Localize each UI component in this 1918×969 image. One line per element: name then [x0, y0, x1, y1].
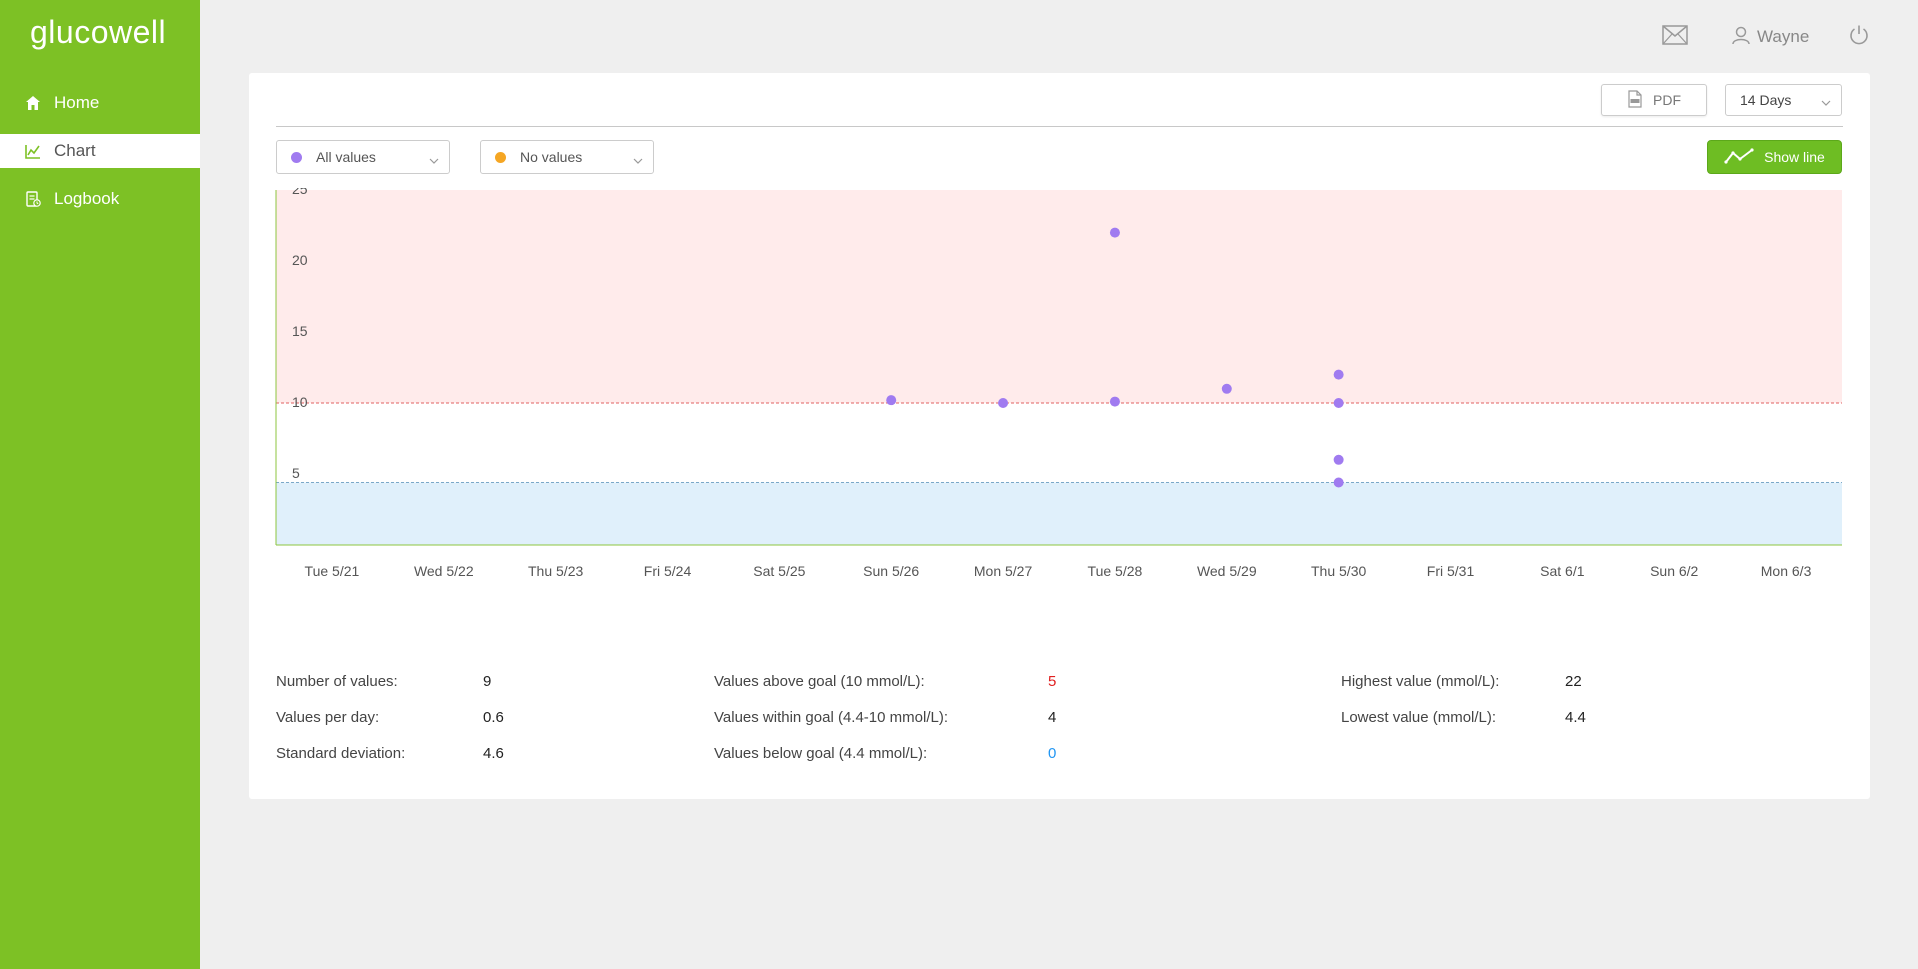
data-point [1109, 396, 1120, 407]
data-point [1333, 369, 1344, 380]
filter-primary-value: All values [316, 149, 376, 165]
data-point [998, 398, 1009, 408]
mail-icon [1662, 24, 1688, 50]
x-tick-label: Sat 5/25 [753, 563, 805, 579]
stat-lowest-value: 4.4 [1565, 709, 1586, 726]
chevron-down-icon [429, 153, 439, 164]
data-point [1109, 227, 1120, 238]
stat-stddev-label: Standard deviation: [276, 745, 406, 762]
logout-button[interactable] [1848, 24, 1870, 50]
filter-secondary-select[interactable]: No values [480, 140, 654, 174]
range-select[interactable]: 14 Days [1725, 84, 1842, 116]
x-tick-label: Thu 5/23 [528, 563, 583, 579]
pdf-button[interactable]: PDF [1601, 84, 1707, 116]
glucose-scatter-chart: 25 20 15 10 5 Tue 5/21 Wed 5/22 Thu 5/23 Fri 5/2… [275, 188, 1842, 579]
stat-count-value: 9 [483, 673, 492, 690]
stat-count-label: Number of values: [276, 673, 398, 690]
x-tick-label: Sat 6/1 [1540, 563, 1585, 579]
low-zone [276, 482, 1842, 545]
x-tick-label: Wed 5/22 [414, 563, 474, 579]
stat-per-day-value: 0.6 [483, 709, 504, 726]
x-tick-label: Fri 5/24 [644, 563, 692, 579]
pdf-icon [1627, 89, 1643, 111]
home-icon [24, 94, 42, 112]
stat-lowest-label: Lowest value (mmol/L): [1341, 709, 1497, 726]
show-line-label: Show line [1764, 149, 1825, 165]
sidebar-item-label: Home [54, 93, 100, 112]
user-name: Wayne [1757, 27, 1810, 46]
app-logo[interactable]: glucowell [30, 14, 170, 58]
sidebar-item-label: Chart [54, 141, 96, 160]
y-tick-label: 10 [292, 394, 308, 410]
chevron-down-icon [633, 153, 643, 164]
sidebar-item-logbook[interactable]: Logbook [0, 182, 200, 216]
show-line-button[interactable]: Show line [1707, 140, 1842, 174]
stat-above-label: Values above goal (10 mmol/L): [714, 673, 925, 690]
sidebar-item-home[interactable]: Home [0, 86, 200, 120]
x-tick-label: Sun 5/26 [863, 563, 919, 579]
x-tick-label: Tue 5/21 [305, 563, 360, 579]
stat-highest-label: Highest value (mmol/L): [1341, 673, 1500, 690]
stat-highest-value: 22 [1565, 673, 1582, 690]
orange-dot-icon [495, 151, 506, 163]
data-point [1221, 383, 1232, 394]
y-tick-label: 25 [292, 188, 308, 197]
x-tick-label: Fri 5/31 [1427, 563, 1475, 579]
data-point [1333, 454, 1344, 465]
stat-above-value: 5 [1048, 673, 1057, 690]
x-tick-label: Sun 6/2 [1650, 563, 1698, 579]
stat-below-label: Values below goal (4.4 mmol/L): [714, 745, 928, 762]
pdf-label: PDF [1653, 92, 1681, 108]
y-tick-label: 15 [292, 323, 308, 339]
stat-within-value: 4 [1048, 709, 1057, 726]
chevron-down-icon [1821, 95, 1831, 106]
purple-dot-icon [291, 151, 302, 163]
user-icon [1731, 25, 1751, 50]
sidebar-nav: Home Chart Logbook [0, 86, 200, 230]
app-logo-text: glucowell [30, 14, 167, 50]
y-tick-label: 5 [292, 465, 300, 481]
chart-icon [24, 142, 42, 160]
stat-within-label: Values within goal (4.4-10 mmol/L): [714, 709, 948, 726]
mail-button[interactable] [1662, 24, 1688, 50]
high-zone [276, 190, 1842, 403]
logbook-icon [24, 190, 42, 208]
sidebar: glucowell Home Chart Logbook [0, 0, 200, 969]
chart-card: PDF 14 Days All values No values Show li… [249, 73, 1870, 799]
user-menu[interactable]: Wayne [1731, 24, 1809, 50]
data-point [886, 395, 897, 406]
range-select-value: 14 Days [1740, 92, 1792, 108]
y-tick-label: 20 [292, 252, 308, 268]
stat-below-value: 0 [1048, 745, 1057, 762]
x-tick-label: Tue 5/28 [1088, 563, 1143, 579]
data-point [1333, 398, 1344, 408]
sidebar-item-chart[interactable]: Chart [0, 134, 200, 168]
data-point [1333, 477, 1344, 488]
sidebar-item-label: Logbook [54, 189, 120, 208]
toolbar-divider [276, 126, 1843, 127]
x-tick-label: Mon 6/3 [1761, 563, 1812, 579]
filter-primary-select[interactable]: All values [276, 140, 450, 174]
x-tick-label: Wed 5/29 [1197, 563, 1257, 579]
power-icon [1848, 24, 1870, 51]
filter-secondary-value: No values [520, 149, 583, 165]
x-tick-label: Mon 5/27 [974, 563, 1033, 579]
stat-per-day-label: Values per day: [276, 709, 380, 726]
line-chart-icon [1724, 147, 1754, 167]
stat-stddev-value: 4.6 [483, 745, 504, 762]
x-tick-label: Thu 5/30 [1311, 563, 1366, 579]
